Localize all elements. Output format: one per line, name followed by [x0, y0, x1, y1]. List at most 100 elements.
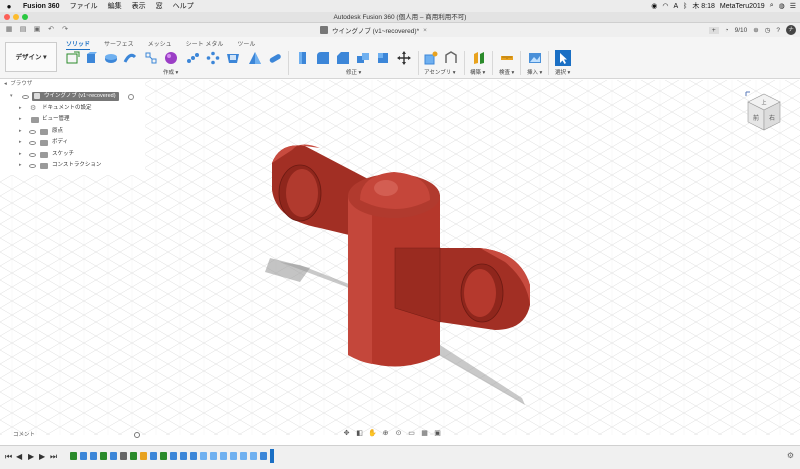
- browser-item-bodies[interactable]: ▸ ボディ: [0, 137, 145, 149]
- save-icon[interactable]: ▣: [32, 25, 42, 35]
- control-center-icon[interactable]: ☰: [790, 2, 796, 10]
- expand-arrow-icon[interactable]: ▾: [10, 91, 13, 103]
- timeline-extrude-feature[interactable]: [90, 452, 97, 460]
- construct-group-label[interactable]: 構築 ▾: [470, 68, 485, 76]
- go-to-start-icon[interactable]: ⏮: [5, 452, 12, 462]
- timeline-feature[interactable]: [260, 452, 267, 460]
- insert-image-icon[interactable]: [528, 51, 542, 65]
- fillet-icon[interactable]: [316, 51, 330, 65]
- minimize-window-button[interactable]: [13, 14, 19, 20]
- chamfer-icon[interactable]: [336, 51, 350, 65]
- tab-tools[interactable]: ツール: [237, 39, 255, 50]
- record-icon[interactable]: ◉: [651, 2, 657, 10]
- user-avatar[interactable]: ナテ: [786, 25, 796, 43]
- menu-app-name[interactable]: Fusion 360: [18, 3, 65, 10]
- timeline-fillet-feature[interactable]: [230, 452, 237, 460]
- document-tab[interactable]: ウイングノブ (v1~recovered)* ×: [320, 23, 427, 37]
- browser-item-sketches[interactable]: ▸ スケッチ: [0, 149, 145, 161]
- timeline-sketch-feature[interactable]: [100, 452, 107, 460]
- timeline-sketch-feature[interactable]: [70, 452, 77, 460]
- tab-sheet-metal[interactable]: シート メタル: [186, 39, 224, 50]
- timeline-revolve-feature[interactable]: [170, 452, 177, 460]
- browser-item-document-settings[interactable]: ▸ ⚙ ドキュメントの設定: [0, 103, 145, 115]
- timeline-extrude-feature[interactable]: [110, 452, 117, 460]
- input-source-icon[interactable]: A: [673, 3, 678, 10]
- timeline-plane-feature[interactable]: [140, 452, 147, 460]
- timeline-move-feature[interactable]: [120, 452, 127, 460]
- new-tab-button[interactable]: +: [708, 26, 719, 34]
- tab-solid[interactable]: ソリッド: [66, 39, 91, 50]
- tab-mesh[interactable]: メッシュ: [148, 39, 172, 50]
- fit-icon[interactable]: ⊙: [394, 430, 403, 438]
- pan-icon[interactable]: ✋: [368, 430, 377, 438]
- zoom-icon[interactable]: ⊕: [381, 430, 390, 438]
- workspace-switcher-button[interactable]: デザイン ▾: [5, 42, 57, 72]
- redo-icon[interactable]: ↷: [60, 25, 70, 35]
- extensions-icon[interactable]: ⊛: [753, 26, 758, 34]
- go-to-end-icon[interactable]: ⏭: [50, 452, 57, 462]
- menu-file[interactable]: ファイル: [65, 1, 103, 11]
- timeline-fillet-feature[interactable]: [250, 452, 257, 460]
- bluetooth-icon[interactable]: ᛒ: [683, 3, 687, 10]
- visibility-eye-icon[interactable]: [29, 141, 36, 145]
- step-back-icon[interactable]: ◀: [16, 452, 22, 461]
- menu-help[interactable]: ヘルプ: [168, 1, 199, 11]
- timeline-marker[interactable]: [270, 449, 274, 463]
- pipe-icon[interactable]: [268, 51, 282, 65]
- expand-arrow-icon[interactable]: ▸: [19, 149, 22, 161]
- job-status-count[interactable]: 9/10: [735, 27, 748, 34]
- shell-icon[interactable]: [226, 51, 240, 65]
- browser-item-named-views[interactable]: ▸ ビュー管理: [0, 114, 145, 126]
- user-menu-name[interactable]: MetaTeru2019: [720, 3, 765, 10]
- view-cube[interactable]: 上 前 右: [744, 90, 784, 134]
- timeline-fillet-feature[interactable]: [200, 452, 207, 460]
- extrude-icon[interactable]: [84, 51, 98, 65]
- job-status-icon[interactable]: ◔: [725, 27, 729, 34]
- menu-edit[interactable]: 編集: [103, 1, 127, 11]
- comments-panel[interactable]: コメント: [0, 430, 145, 440]
- visibility-eye-icon[interactable]: [29, 152, 36, 157]
- close-tab-icon[interactable]: ×: [423, 27, 427, 34]
- visibility-eye-icon[interactable]: [29, 164, 36, 168]
- help-icon[interactable]: ?: [776, 27, 780, 34]
- timeline-sketch-feature[interactable]: [130, 452, 137, 460]
- notifications-icon[interactable]: ◷: [765, 26, 771, 34]
- new-component-icon[interactable]: [424, 51, 438, 65]
- tab-surface[interactable]: サーフェス: [104, 39, 134, 50]
- pyramid-icon[interactable]: [248, 51, 262, 65]
- expand-arrow-icon[interactable]: ▸: [19, 160, 22, 172]
- file-menu-icon[interactable]: ▤: [18, 25, 28, 35]
- expand-arrow-icon[interactable]: ▸: [19, 114, 22, 126]
- browser-root-node[interactable]: ▾ ウイングノブ (v1~recovered): [0, 91, 145, 103]
- grid-settings-icon[interactable]: ▦: [420, 430, 429, 438]
- create-group-label[interactable]: 作成 ▾: [163, 68, 178, 76]
- loft-icon[interactable]: [144, 51, 158, 65]
- revolve-icon[interactable]: [104, 51, 118, 65]
- spotlight-icon[interactable]: ⌕: [770, 2, 774, 10]
- menu-view[interactable]: 表示: [127, 1, 151, 11]
- timeline-settings-icon[interactable]: ⚙: [787, 451, 794, 460]
- timeline-sketch-feature[interactable]: [160, 452, 167, 460]
- root-label[interactable]: ウイングノブ (v1~recovered): [32, 92, 119, 101]
- combine-icon[interactable]: [356, 51, 370, 65]
- timeline-fillet-feature[interactable]: [220, 452, 227, 460]
- offset-plane-icon[interactable]: [472, 51, 486, 65]
- form-icon[interactable]: [164, 51, 178, 65]
- data-panel-icon[interactable]: ▦: [4, 25, 14, 35]
- create-sketch-icon[interactable]: [66, 51, 80, 65]
- press-pull-icon[interactable]: [296, 51, 310, 65]
- look-at-icon[interactable]: ◧: [355, 430, 364, 438]
- zoom-window-button[interactable]: [22, 14, 28, 20]
- clock-text[interactable]: 木 8:18: [692, 1, 715, 11]
- circular-pattern-icon[interactable]: [206, 51, 220, 65]
- activate-radio[interactable]: [128, 94, 134, 100]
- select-icon[interactable]: [555, 50, 571, 66]
- modify-group-label[interactable]: 修正 ▾: [346, 68, 361, 76]
- measure-icon[interactable]: [500, 51, 514, 65]
- expand-arrow-icon[interactable]: ▸: [19, 103, 22, 115]
- joint-icon[interactable]: [444, 51, 458, 65]
- timeline-fillet-feature[interactable]: [190, 452, 197, 460]
- timeline-fillet-feature[interactable]: [180, 452, 187, 460]
- step-forward-icon[interactable]: ▶: [39, 452, 45, 461]
- timeline-extrude-feature[interactable]: [150, 452, 157, 460]
